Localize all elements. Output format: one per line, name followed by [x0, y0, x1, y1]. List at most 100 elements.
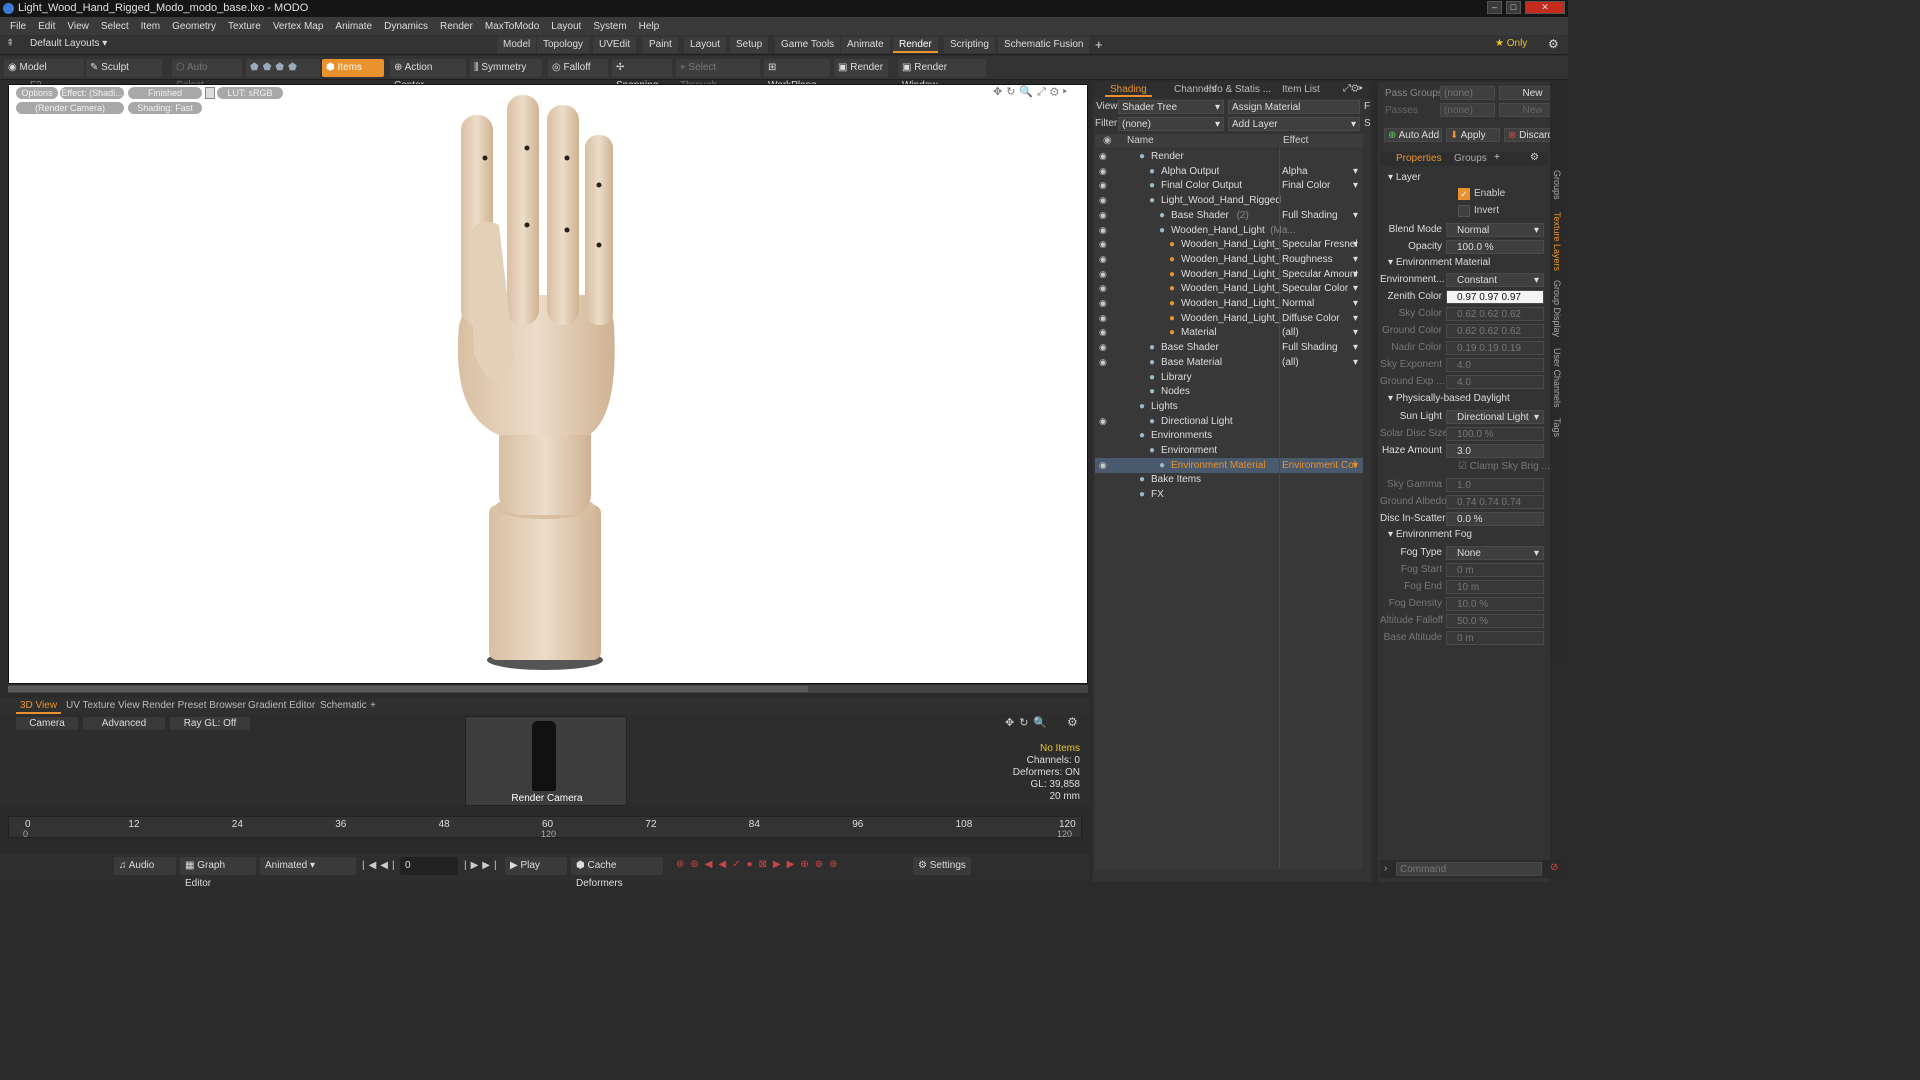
shader-tree-row[interactable]: ◉ ● Render — [1095, 149, 1363, 164]
menu-layout[interactable]: Layout — [545, 21, 587, 32]
prop-value-field[interactable]: 4.0 — [1446, 375, 1544, 389]
effect-dropdown-icon[interactable]: ▾ — [1353, 237, 1358, 252]
menu-dynamics[interactable]: Dynamics — [378, 21, 434, 32]
shader-tree-row[interactable]: ● FX — [1095, 487, 1363, 502]
key-tools-icons[interactable]: ⊛⊛◀◀✓●⊠▶▶⊕⊕⊕ — [676, 859, 843, 870]
falloff-button[interactable]: ◎ Falloff — [548, 59, 608, 77]
view-settings-icon[interactable]: ⚙ — [1067, 715, 1078, 729]
shader-tree-row[interactable]: ◉ ● Base Shader (2) Full Shading ▾ — [1095, 208, 1363, 223]
render-camera-button[interactable]: (Render Camera) — [16, 102, 124, 114]
prop-value-field[interactable]: 0 m — [1446, 631, 1544, 645]
effect-dropdown-icon[interactable]: ▾ — [1353, 458, 1358, 473]
bottom-tab-uv-texture-view[interactable]: UV Texture View — [62, 698, 144, 714]
sculpt-button[interactable]: ✎ Sculpt — [86, 59, 162, 77]
shader-tree-row[interactable]: ◉ ● Wooden_Hand_Light_ ... Normal ▾ — [1095, 296, 1363, 311]
environment-fog-section[interactable]: ▾ Environment Fog — [1388, 529, 1472, 540]
prop-value-field[interactable]: 0.19 0.19 0.19 — [1446, 341, 1544, 355]
close-button[interactable]: ✕ — [1525, 1, 1565, 14]
visibility-eye-icon[interactable]: ◉ — [1099, 355, 1107, 370]
pass-groups-dropdown[interactable]: (none) — [1440, 86, 1495, 100]
menu-select[interactable]: Select — [95, 21, 135, 32]
shading-tab-0[interactable]: Shading — [1105, 83, 1152, 97]
effect-dropdown-icon[interactable]: ▾ — [1353, 281, 1358, 296]
side-tab-groups[interactable]: Groups — [1552, 170, 1562, 200]
shader-tree-row[interactable]: ◉ ● Material (all) ▾ — [1095, 325, 1363, 340]
effect-dropdown-icon[interactable]: ▾ — [1353, 267, 1358, 282]
shader-tree-row[interactable]: ◉ ● Light_Wood_Hand_Rigged — [1095, 193, 1363, 208]
layout-tab-layout[interactable]: Layout — [684, 37, 727, 53]
shader-tree-row[interactable]: ◉ ● Alpha Output Alpha ▾ — [1095, 164, 1363, 179]
minimize-button[interactable]: – — [1487, 1, 1502, 14]
shader-tree-item-effect[interactable]: (all) — [1282, 355, 1357, 370]
shader-tree-row[interactable]: ◉ ● Directional Light — [1095, 414, 1363, 429]
side-tab-group-display[interactable]: Group Display — [1552, 280, 1562, 337]
prop-value-field[interactable]: 0.62 0.62 0.62 — [1446, 307, 1544, 321]
prop-value-field[interactable]: None ▾ — [1446, 546, 1544, 560]
shader-tree-row[interactable]: ◉ ● Base Material (all) ▾ — [1095, 355, 1363, 370]
play-button[interactable]: ▶ Play — [505, 857, 567, 875]
panel-settings-icon[interactable]: ⤢⚙▸ — [1343, 83, 1363, 94]
visibility-eye-icon[interactable]: ◉ — [1099, 193, 1107, 208]
layout-tab-model[interactable]: Model — [497, 37, 537, 53]
shader-tree-row[interactable]: ● Environments — [1095, 428, 1363, 443]
name-column-header[interactable]: Name — [1127, 134, 1154, 148]
s-button[interactable]: S — [1364, 118, 1371, 129]
graph-editor-button[interactable]: ▦ Graph Editor — [180, 857, 256, 889]
add-bottom-tab-icon[interactable]: + — [366, 698, 380, 714]
visibility-eye-icon[interactable]: ◉ — [1099, 149, 1107, 164]
cache-deformers-button[interactable]: ⬢ Cache Deformers — [571, 857, 663, 889]
prop-value-field[interactable]: Directional Light ▾ — [1446, 410, 1544, 424]
shader-tree-item-effect[interactable]: Specular Fresnel — [1282, 237, 1357, 252]
shader-tree-item-effect[interactable]: Diffuse Color — [1282, 311, 1357, 326]
visibility-eye-icon[interactable]: ◉ — [1099, 281, 1107, 296]
snapping-button[interactable]: ✢ Snapping — [612, 59, 672, 91]
shader-tree-row[interactable]: ● Environment — [1095, 443, 1363, 458]
bottom-tab-schematic[interactable]: Schematic — [316, 698, 371, 714]
camera-button[interactable]: Camera — [16, 717, 78, 730]
default-layouts-dropdown[interactable]: Default Layouts ▾ — [30, 38, 107, 49]
prop-value-field[interactable]: 0 m — [1446, 563, 1544, 577]
lut-button[interactable]: LUT: sRGB — [217, 87, 283, 99]
visibility-eye-icon[interactable]: ◉ — [1099, 237, 1107, 252]
advanced-button[interactable]: Advanced — [83, 717, 165, 730]
layout-tab-topology[interactable]: Topology — [537, 37, 590, 53]
add-tab-icon[interactable]: + — [1089, 37, 1109, 53]
layout-tab-animate[interactable]: Animate — [841, 37, 890, 53]
workplane-button[interactable]: ⊞ WorkPlane — [764, 59, 830, 91]
render-window-button[interactable]: ▣ Render Window — [898, 59, 986, 91]
environment-material-section[interactable]: ▾ Environment Material — [1388, 257, 1490, 268]
bottom-tab-gradient-editor[interactable]: Gradient Editor — [244, 698, 319, 714]
visibility-eye-icon[interactable]: ◉ — [1099, 208, 1107, 223]
render-viewport[interactable]: Options Effect: (Shadi... Finished LUT: … — [8, 84, 1088, 684]
layout-tab-game-tools[interactable]: Game Tools — [775, 37, 841, 53]
side-tab-tags[interactable]: Tags — [1552, 418, 1562, 437]
shader-tree-row[interactable]: ◉ ● Wooden_Hand_Light_ ... Specular Fresnel… — [1095, 237, 1363, 252]
viewport-nav-icons[interactable]: ✥↻🔍⤢⚙▸ — [993, 85, 1071, 99]
menu-render[interactable]: Render — [434, 21, 479, 32]
visibility-eye-icon[interactable]: ◉ — [1099, 164, 1107, 179]
shader-tree-row[interactable]: ◉ ● Final Color Output Final Color ▾ — [1095, 178, 1363, 193]
add-layer-dropdown[interactable]: Add Layer ▾ — [1228, 117, 1360, 131]
shader-tree-row[interactable]: ◉ ● Wooden_Hand_Light_ ... Roughness ▾ — [1095, 252, 1363, 267]
view-dropdown[interactable]: Shader Tree ▾ — [1118, 100, 1224, 114]
layout-tab-render[interactable]: Render — [893, 37, 938, 53]
save-icon[interactable] — [205, 87, 215, 99]
prop-value-field[interactable]: 4.0 — [1446, 358, 1544, 372]
menu-geometry[interactable]: Geometry — [166, 21, 222, 32]
shader-tree-item-effect[interactable]: Specular Amount — [1282, 267, 1357, 282]
layout-tab-schematic-fusion[interactable]: Schematic Fusion — [998, 37, 1090, 53]
layout-tab-scripting[interactable]: Scripting — [944, 37, 995, 53]
command-input[interactable]: Command — [1396, 862, 1542, 876]
prop-value-field[interactable]: 50.0 % — [1446, 614, 1544, 628]
menu-system[interactable]: System — [587, 21, 632, 32]
visibility-eye-icon[interactable]: ◉ — [1099, 296, 1107, 311]
effect-column-header[interactable]: Effect — [1283, 134, 1308, 148]
layout-arrow-icon[interactable]: ⇞ — [6, 38, 14, 49]
effect-dropdown-icon[interactable]: ▾ — [1353, 340, 1358, 355]
passes-dropdown[interactable]: (none) — [1440, 103, 1495, 117]
menu-maxtomodo[interactable]: MaxToModo — [479, 21, 545, 32]
invert-checkbox[interactable] — [1458, 205, 1470, 217]
render-button[interactable]: ▣ Render — [834, 59, 888, 77]
view-nav-icons[interactable]: ✥↻🔍 — [1005, 716, 1052, 729]
effect-dropdown-icon[interactable]: ▾ — [1353, 296, 1358, 311]
